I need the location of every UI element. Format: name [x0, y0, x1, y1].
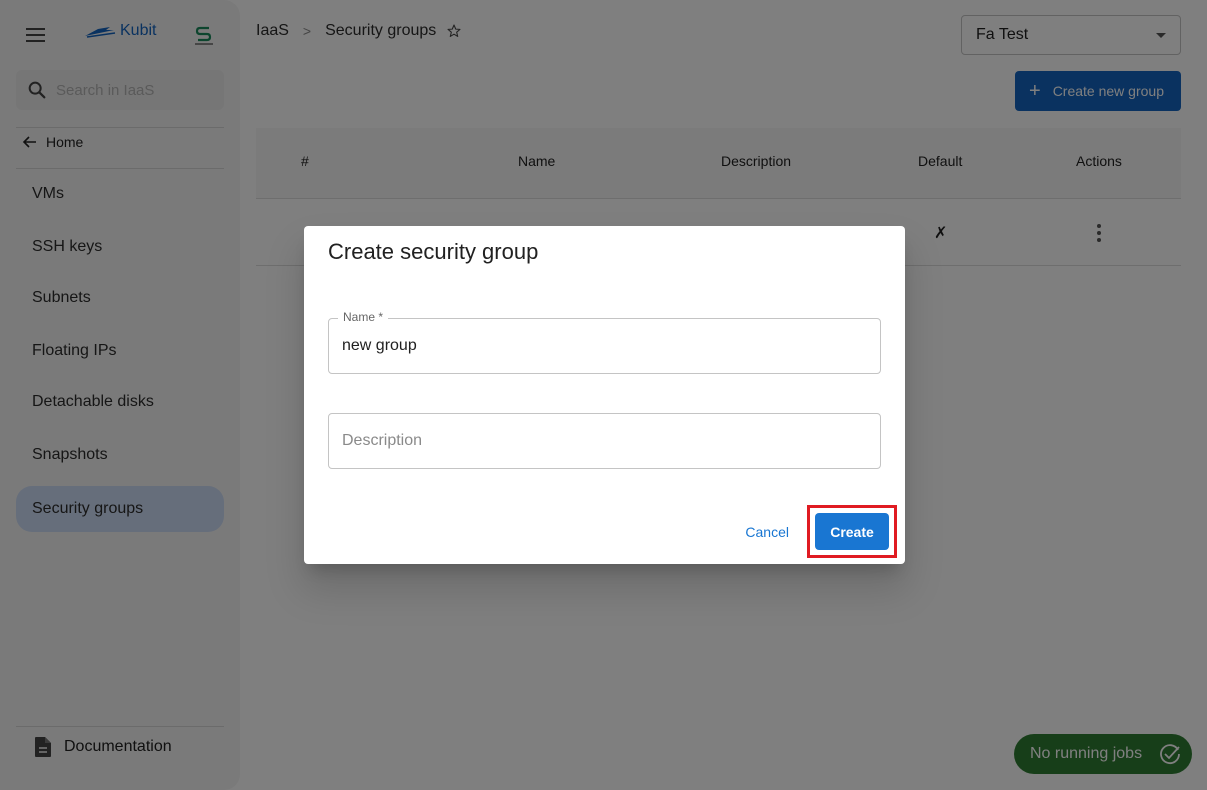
description-input[interactable] — [342, 414, 862, 468]
cancel-button[interactable]: Cancel — [745, 524, 789, 540]
create-security-group-dialog: Create security group Name * Cancel Crea… — [304, 226, 905, 564]
description-field[interactable] — [328, 413, 881, 469]
name-field[interactable]: Name * — [328, 310, 881, 374]
name-input[interactable] — [342, 319, 862, 373]
create-button-highlight: Create — [807, 505, 897, 558]
dialog-title: Create security group — [328, 239, 539, 264]
dialog-actions: Cancel Create — [745, 505, 897, 558]
create-button[interactable]: Create — [815, 513, 889, 550]
